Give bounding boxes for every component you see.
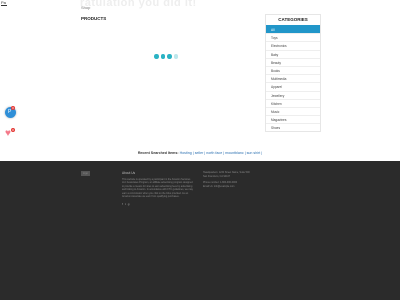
category-item[interactable]: Beauty <box>266 57 320 66</box>
category-item[interactable]: Multimedia <box>266 74 320 82</box>
category-item[interactable]: Electronics <box>266 41 320 49</box>
category-item[interactable]: Shoes <box>266 123 320 131</box>
category-item[interactable]: Books <box>266 65 320 74</box>
google-icon[interactable]: g <box>128 202 130 206</box>
wishlist-count-badge: 0 <box>11 128 15 132</box>
wishlist-button[interactable]: ♥ 0 <box>5 128 15 139</box>
categories-list: All Toys Electronics Baby Beauty Books Multime… <box>266 25 320 131</box>
category-item[interactable]: Baby <box>266 49 320 58</box>
top-bar: Pa ratulation you did it! Shop <box>0 0 400 14</box>
logo-underline <box>1 5 7 6</box>
category-item[interactable]: Toys <box>266 33 320 41</box>
category-item[interactable]: Magazines <box>266 115 320 123</box>
footer-about-text: This website is operated by a participan… <box>122 178 193 199</box>
footer-about-heading: About Us <box>122 171 136 175</box>
category-item[interactable]: Music <box>266 106 320 115</box>
spinner-dot <box>173 54 178 59</box>
footer: logo About Us This website is operated b… <box>0 161 400 300</box>
facebook-icon[interactable]: f <box>122 202 123 206</box>
cart-count-badge: 0 <box>11 106 15 110</box>
category-item[interactable]: Kitchen <box>266 98 320 107</box>
footer-about: About Us This website is operated by a p… <box>122 171 194 198</box>
spinner-dot <box>160 54 165 59</box>
loading-spinner <box>154 54 178 59</box>
cart-icon: P <box>8 109 12 115</box>
recent-searches-links[interactable]: Hosting | seller | north face | mountbla… <box>180 151 263 155</box>
cart-button[interactable]: P 0 <box>5 106 16 118</box>
footer-email[interactable]: Email Us: info@example.com <box>203 185 265 189</box>
spinner-dot <box>154 54 159 59</box>
categories-panel: CATEGORIES All Toys Electronics Baby Beauty B… <box>265 14 321 133</box>
category-item[interactable]: All <box>266 25 320 34</box>
categories-title: CATEGORIES <box>278 17 308 22</box>
category-item[interactable]: Apparel <box>266 82 320 90</box>
recent-searches: Recent Searched Items: Hosting | seller … <box>0 151 400 155</box>
footer-social-links: f t g <box>122 202 129 206</box>
footer-logo[interactable]: logo <box>81 171 90 176</box>
spinner-dot <box>167 54 172 59</box>
category-item[interactable]: Jewellery <box>266 90 320 99</box>
footer-contact: Headquarters: 1234 Street Name, Suite 50… <box>203 171 265 188</box>
recent-searches-label: Recent Searched Items: <box>137 151 179 155</box>
products-title: PRODUCTS <box>81 16 107 21</box>
page-headline: ratulation you did it! <box>80 0 197 9</box>
breadcrumb[interactable]: Shop <box>81 5 90 10</box>
twitter-icon[interactable]: t <box>125 202 126 206</box>
